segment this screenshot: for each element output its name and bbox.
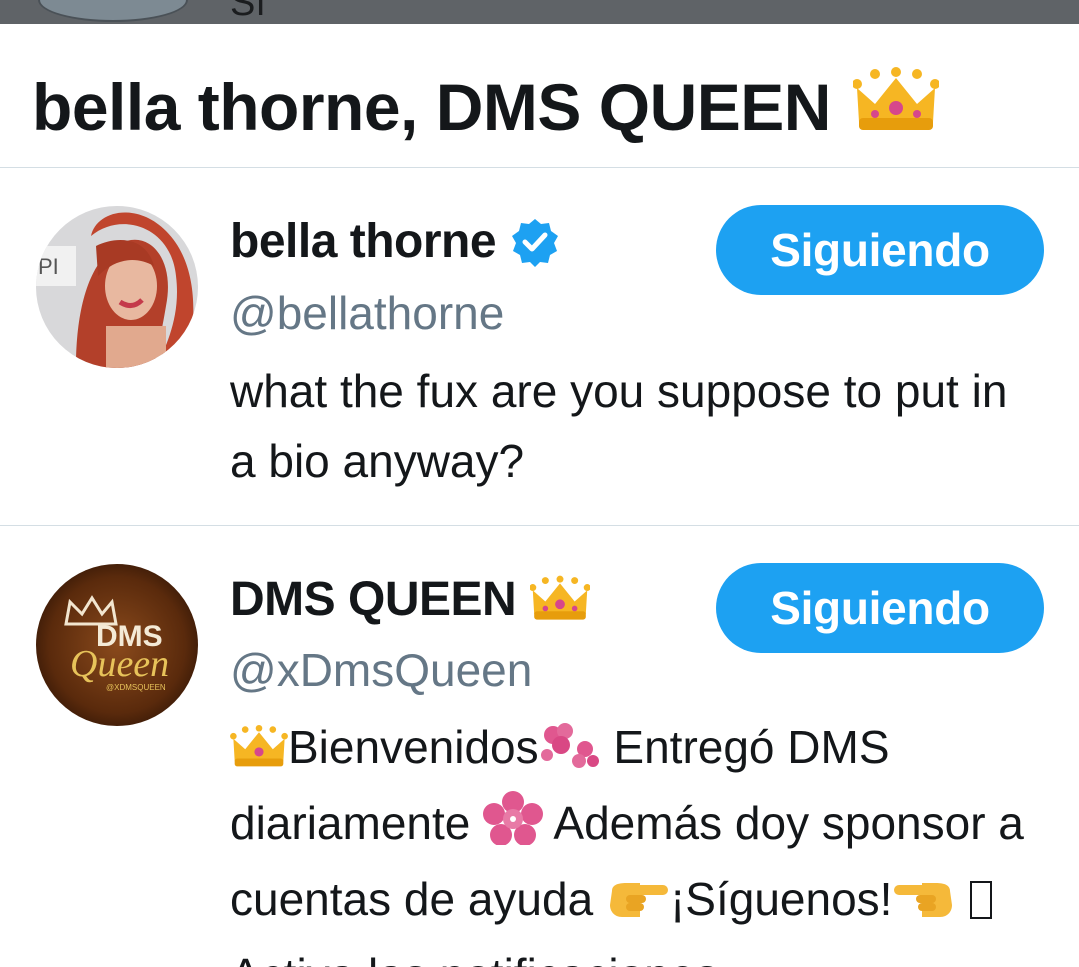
avatar[interactable]: PI	[36, 206, 198, 368]
display-name[interactable]: bella thorne	[230, 212, 497, 272]
cherry-blossoms-icon	[539, 718, 601, 788]
crown-icon	[230, 718, 288, 788]
crown-icon	[851, 64, 940, 149]
user-cell-xdmsqueen[interactable]: DMS Queen @XDMSQUEEN DMS QUEEN @xDmsQuee…	[0, 526, 1079, 967]
page-title-text: bella thorne, DMS QUEEN	[32, 69, 831, 144]
bio: what the fux are you suppose to put in a…	[230, 365, 1008, 487]
overlay-avatar	[38, 0, 188, 22]
svg-text:PI: PI	[38, 254, 59, 279]
page: Sí bella thorne, DMS QUEEN PI bella thor…	[0, 0, 1079, 967]
top-overlay-strip: Sí	[0, 0, 1079, 24]
verified-badge-icon	[510, 217, 560, 267]
pointing-right-hand-icon	[606, 870, 670, 940]
user-cell-bellathorne[interactable]: PI bella thorne @bellathorne what the fu…	[0, 168, 1079, 526]
pointing-left-hand-icon	[892, 870, 956, 940]
missing-glyph-icon	[970, 881, 993, 919]
avatar-text-queen: Queen	[70, 643, 169, 685]
bio-part-1: Bienvenidos	[288, 721, 539, 773]
list-header: bella thorne, DMS QUEEN	[0, 24, 1079, 168]
handle[interactable]: @xDmsQueen	[230, 640, 532, 700]
display-name[interactable]: DMS QUEEN	[230, 570, 517, 630]
crown-icon	[529, 573, 591, 628]
following-button[interactable]: Siguiendo	[716, 563, 1044, 653]
page-title: bella thorne, DMS QUEEN	[32, 64, 940, 149]
following-button[interactable]: Siguiendo	[716, 205, 1044, 295]
handle[interactable]: @bellathorne	[230, 283, 504, 343]
avatar[interactable]: DMS Queen @XDMSQUEEN	[36, 564, 198, 726]
bio: Bienvenidos Entregó DMS diariamente Adem…	[230, 712, 1040, 967]
name-row: bella thorne	[230, 212, 560, 272]
avatar-text-small: @XDMSQUEEN	[106, 683, 166, 692]
overlay-text: Sí	[230, 0, 266, 24]
bio-part-4: ¡Síguenos!	[669, 873, 893, 925]
bio-part-5: Activa las notificaciones	[230, 949, 718, 967]
cherry-blossom-icon	[483, 791, 544, 864]
name-row: DMS QUEEN	[230, 570, 591, 630]
